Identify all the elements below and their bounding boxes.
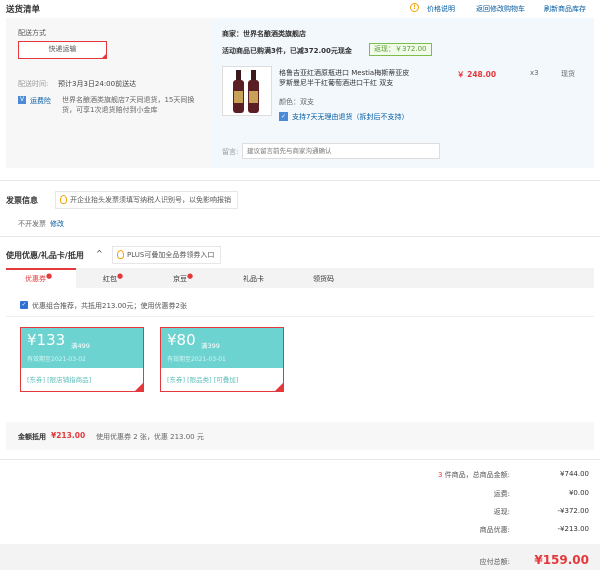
goods-count: 3 bbox=[437, 471, 443, 479]
plus-tip-text: PLUS可叠加全品券领券入口 bbox=[127, 251, 215, 259]
summary-label: 金额抵用 bbox=[18, 433, 46, 441]
discount-label: 商品优惠: bbox=[479, 526, 510, 534]
combo-text: 优惠组合推荐，共抵用213.00元；使用优惠券2张 bbox=[32, 302, 187, 310]
delivery-time-label: 配送时间: bbox=[18, 80, 49, 88]
divider bbox=[0, 459, 600, 460]
page-title: 送货清单 bbox=[6, 5, 41, 15]
divider bbox=[0, 180, 600, 181]
invoice-status: 不开发票 bbox=[18, 220, 46, 228]
payable-amount: ¥159.00 bbox=[534, 553, 589, 567]
tab-red-packets[interactable]: 红包● bbox=[103, 272, 124, 284]
summary-text: 使用优惠券 2 张，优惠 213.00 元 bbox=[96, 433, 204, 441]
collapse-caret-icon[interactable]: ^ bbox=[96, 249, 103, 258]
tab-pickup-code[interactable]: 领货码 bbox=[313, 274, 334, 284]
refresh-stock-link[interactable]: 刷新商品库存 bbox=[544, 4, 586, 14]
rebate-label: 返现: bbox=[493, 508, 510, 516]
selected-corner-icon bbox=[275, 383, 283, 391]
coupon-tags: [东券] [限店铺指商品] bbox=[27, 376, 92, 384]
shipping-method-label: 配送方式 bbox=[18, 29, 46, 37]
product-quantity: x3 bbox=[530, 69, 539, 77]
invoice-edit-link[interactable]: 修改 bbox=[50, 219, 64, 229]
coupon-tags: [东券] [限品类] [可叠加] bbox=[167, 376, 239, 384]
product-name[interactable]: 格鲁吉亚红酒原瓶进口 Mestia梅斯蒂亚皮罗斯曼尼半干红葡萄酒进口干红 双支 bbox=[279, 68, 411, 88]
total-bar bbox=[0, 544, 600, 570]
payable-label: 应付总额: bbox=[479, 558, 510, 566]
express-shipping-button[interactable]: 快递运输 bbox=[18, 41, 107, 59]
invoice-tip-text: 开企业抬头发票须填写纳税人识别号，以免影响报销 bbox=[70, 196, 231, 204]
coupon-threshold: 满499 bbox=[71, 342, 90, 350]
tab-dot: ● bbox=[117, 272, 124, 280]
coupon-card[interactable]: ¥133 满499 有效期至2021-03-02 [东券] [限店铺指商品] bbox=[20, 327, 144, 392]
selected-corner-icon bbox=[101, 53, 107, 59]
product-price: ￥ 248.00 bbox=[457, 70, 497, 79]
product-image[interactable] bbox=[222, 66, 272, 116]
stock-status: 现货 bbox=[561, 70, 575, 78]
note-label: 留言: bbox=[222, 148, 239, 156]
shipping-fee-label: 运费: bbox=[493, 490, 510, 498]
lightbulb-icon bbox=[60, 195, 67, 204]
insurance-description: 世界名酿酒类旗舰店7天同退货，15天同换货，可享1次退货赔付到小金库 bbox=[62, 96, 195, 114]
coupon-summary-bar bbox=[6, 422, 594, 450]
price-explain-link[interactable]: 价格说明 bbox=[427, 4, 455, 14]
tab-coupons[interactable]: 优惠券● bbox=[25, 272, 53, 284]
tab-dot: ● bbox=[46, 272, 53, 280]
return-policy-icon: ✓ bbox=[279, 112, 288, 121]
back-to-cart-link[interactable]: 返回修改购物车 bbox=[476, 4, 525, 14]
coupon-expiry: 有效期至2021-03-01 bbox=[167, 356, 226, 363]
divider bbox=[0, 236, 600, 237]
promo-text: 活动商品已购满3件，已减372.00元现金 bbox=[222, 47, 352, 55]
rebate-badge: 返现：￥372.00 bbox=[369, 43, 432, 56]
delivery-time-value: 预计3月3日24:00前送达 bbox=[58, 80, 137, 88]
invoice-title: 发票信息 bbox=[6, 196, 38, 205]
freight-insurance-link[interactable]: 运费险 bbox=[30, 96, 51, 106]
coupon-section-title: 使用优惠/礼品卡/抵用 bbox=[6, 251, 84, 260]
plus-tip[interactable]: PLUS可叠加全品券领券入口 bbox=[112, 246, 222, 264]
rebate-value: -¥372.00 bbox=[557, 507, 589, 515]
return-policy-text: 支持7天无理由退货（拆封后不支持） bbox=[292, 113, 409, 121]
coupon-amount: ¥80 bbox=[167, 331, 196, 349]
invoice-tip: 开企业抬头发票须填写纳税人识别号，以免影响报销 bbox=[55, 191, 238, 209]
tab-jingdou[interactable]: 京豆● bbox=[173, 272, 194, 284]
coupon-tabs bbox=[6, 268, 594, 288]
tab-gift-card[interactable]: 礼品卡 bbox=[243, 274, 264, 284]
tab-dot: ● bbox=[187, 272, 194, 280]
goods-count-label: 3 件商品，总商品金额: bbox=[437, 471, 510, 479]
info-icon: ! bbox=[410, 3, 419, 12]
note-input[interactable] bbox=[242, 143, 440, 159]
discount-value: -¥213.00 bbox=[557, 525, 589, 533]
shipping-fee-value: ¥0.00 bbox=[568, 489, 589, 497]
goods-amount: ¥744.00 bbox=[560, 470, 589, 478]
summary-amount: ¥213.00 bbox=[51, 431, 86, 440]
coupon-expiry: 有效期至2021-03-02 bbox=[27, 356, 86, 363]
lightbulb-icon bbox=[117, 250, 124, 259]
shop-name: 商家：世界名酿酒类旗舰店 bbox=[222, 30, 306, 38]
combo-checkbox[interactable]: ✓ bbox=[20, 301, 28, 309]
insurance-icon: V bbox=[18, 96, 26, 104]
coupon-threshold: 满399 bbox=[201, 342, 220, 350]
coupon-card[interactable]: ¥80 满399 有效期至2021-03-01 [东券] [限品类] [可叠加] bbox=[160, 327, 284, 392]
selected-corner-icon bbox=[135, 383, 143, 391]
coupon-amount: ¥133 bbox=[27, 331, 66, 349]
product-color: 颜色：双支 bbox=[279, 98, 314, 106]
